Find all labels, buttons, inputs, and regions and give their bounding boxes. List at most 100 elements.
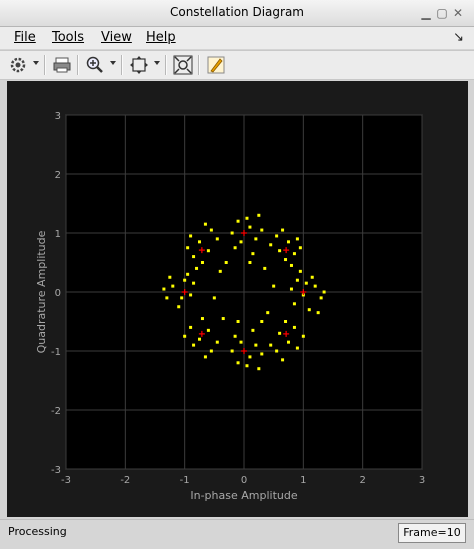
data-point [186,272,190,276]
data-point [260,352,264,356]
data-point [192,343,196,347]
data-point [295,278,299,282]
autoscale-icon[interactable] [173,55,193,75]
frame-indicator: Frame=10 [398,523,466,543]
data-point [192,255,196,259]
zoom-in-icon[interactable] [85,55,105,75]
toolbar [0,50,474,80]
y-axis-label: Quadrature Amplitude [35,230,48,353]
x-tick-label: 0 [241,475,247,486]
data-point [319,296,323,300]
constellation-chart: -3 -2 -1 0 1 2 3 -3 -2 -1 0 1 2 3 In-phase Amplitude… [35,111,425,502]
y-tick-label: -3 [51,465,61,476]
data-point [269,343,273,347]
menu-tools[interactable]: Tools [52,30,84,45]
x-axis-label: In-phase Amplitude [190,489,297,502]
data-point [239,340,243,344]
data-point [245,364,249,368]
data-point [316,311,320,315]
y-tick-label: 1 [55,229,61,240]
data-point [186,246,190,250]
pan-dropdown-icon[interactable] [154,61,160,65]
data-point [310,275,314,279]
data-point [203,222,207,226]
data-point [260,228,264,232]
data-point [287,340,290,344]
x-tick-label: -3 [61,475,71,486]
data-point [292,252,296,256]
data-point [192,281,196,285]
data-point [221,317,225,321]
data-point [272,284,276,288]
data-point [236,320,240,323]
data-point [200,261,204,264]
data-point [298,246,302,250]
data-point [189,234,193,238]
data-point [189,325,193,329]
data-point [257,367,261,371]
data-point [215,237,219,241]
data-point [189,293,193,297]
pan-fit-icon[interactable] [129,55,149,75]
status-bar: Processing Frame=10 [0,519,474,549]
y-tick-label: 3 [55,111,61,122]
data-point [263,266,267,270]
data-point [171,284,175,288]
data-point [289,287,293,291]
data-point [248,225,252,229]
data-point [313,284,317,288]
data-point [183,278,187,282]
maximize-icon[interactable]: ▢ [436,7,448,19]
data-point [236,361,240,365]
data-point [257,213,261,217]
data-point [177,305,181,309]
toolbar-separator [198,55,200,75]
plot-area: -3 -2 -1 0 1 2 3 -3 -2 -1 0 1 2 3 In-phase Amplitude… [7,81,468,517]
data-point [278,331,282,335]
data-point [212,296,216,300]
x-tick-label: 1 [300,475,306,486]
y-tick-label: -1 [51,347,61,358]
data-point [254,237,258,241]
zoom-dropdown-icon[interactable] [110,61,116,65]
menu-view[interactable]: View [101,30,132,45]
data-point [278,249,282,253]
data-point [215,340,219,344]
data-point [233,246,237,250]
data-point [162,287,166,291]
close-icon[interactable]: ✕ [452,7,464,19]
data-point [292,325,296,329]
gear-icon[interactable] [8,55,28,75]
data-point [301,334,305,338]
data-point [251,328,255,332]
data-point [198,240,201,244]
data-point [287,240,290,244]
data-point [322,290,326,294]
print-icon[interactable] [52,55,72,75]
data-point [198,337,201,341]
style-icon[interactable] [206,55,226,75]
data-point [233,334,237,338]
data-point [275,349,279,353]
data-point [206,328,210,332]
data-point [180,296,184,300]
data-point [289,263,293,267]
menu-bar: File Tools View Help ↘ [0,27,474,49]
menu-tools-label: Tools [52,30,85,45]
menu-help-label: Help [146,30,176,45]
data-point [281,358,285,362]
curved-arrow-icon[interactable]: ↘ [453,30,464,45]
menu-help[interactable]: Help [146,30,176,45]
x-tick-label: 2 [359,475,365,486]
data-point [260,320,264,323]
toolbar-separator [44,55,46,75]
menu-file-label: File [14,30,36,45]
data-point [239,240,243,244]
minimize-icon[interactable]: ▁ [420,7,432,19]
data-point [307,308,311,312]
window-title: Constellation Diagram [169,5,304,19]
gear-dropdown-icon[interactable] [33,61,39,65]
data-point [168,275,172,279]
menu-file[interactable]: File [14,30,36,45]
data-point [298,269,302,273]
